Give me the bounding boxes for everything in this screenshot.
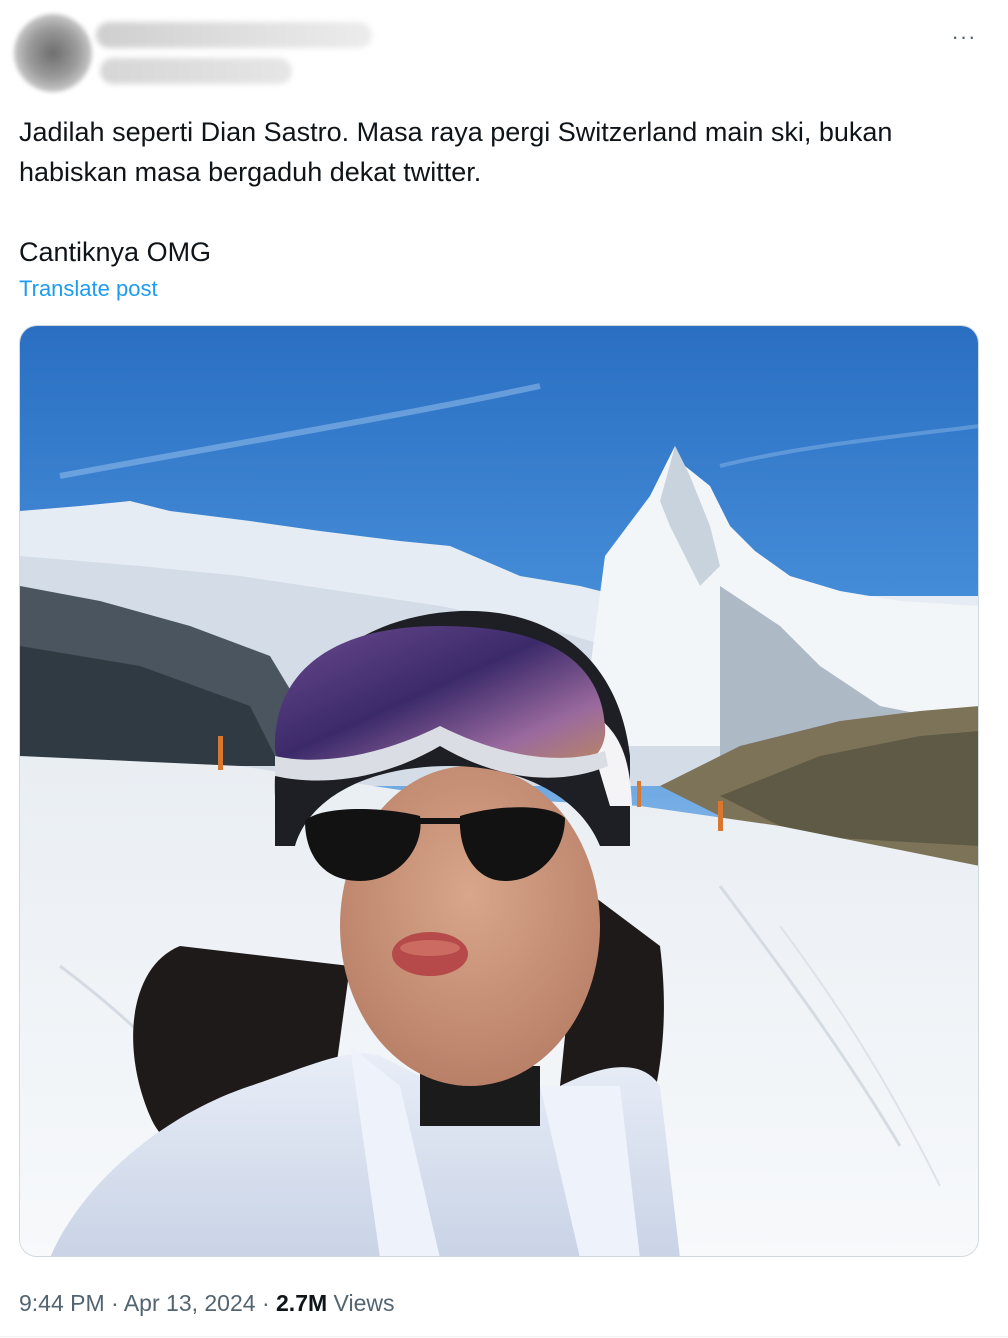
separator-dot: · xyxy=(111,1290,119,1316)
post-header: ··· xyxy=(0,0,1008,100)
divider xyxy=(0,1336,1008,1337)
separator-dot: · xyxy=(261,1290,270,1316)
more-options-icon[interactable]: ··· xyxy=(942,24,986,54)
post-text: Jadilah seperti Dian Sastro. Masa raya p… xyxy=(19,112,979,272)
post-date[interactable]: Apr 13, 2024 xyxy=(124,1290,256,1316)
views-count[interactable]: 2.7M xyxy=(276,1290,327,1316)
post-photo[interactable] xyxy=(19,325,979,1257)
views-label: Views xyxy=(333,1290,395,1316)
author-name-redacted[interactable] xyxy=(96,22,372,48)
post-text-paragraph-2: Cantiknya OMG xyxy=(19,237,212,267)
author-handle-redacted[interactable] xyxy=(100,58,292,84)
translate-post-link[interactable]: Translate post xyxy=(19,276,158,302)
post-time[interactable]: 9:44 PM xyxy=(19,1290,105,1316)
post-text-paragraph-1: Jadilah seperti Dian Sastro. Masa raya p… xyxy=(19,117,893,187)
author-avatar[interactable] xyxy=(14,14,92,92)
post-metadata: 9:44 PM · Apr 13, 2024 · 2.7M Views xyxy=(19,1290,394,1317)
photo-illustration xyxy=(20,326,978,1256)
